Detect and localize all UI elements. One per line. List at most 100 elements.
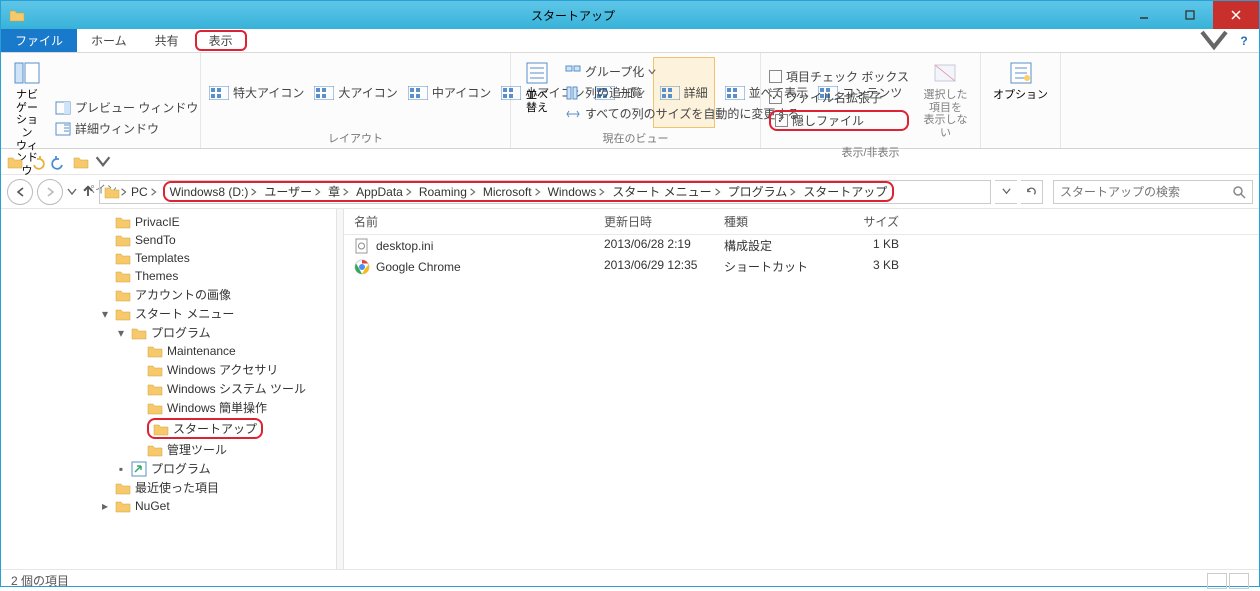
search-icon — [1232, 185, 1246, 199]
chevron-right-icon[interactable] — [250, 188, 258, 196]
breadcrumb-segment[interactable]: AppData — [353, 185, 416, 199]
tree-item[interactable]: SendTo — [1, 231, 336, 249]
properties-icon[interactable] — [73, 154, 89, 170]
undo-icon[interactable] — [29, 154, 45, 170]
folder-icon — [147, 381, 163, 397]
breadcrumb-segment[interactable]: Windows8 (D:) — [167, 185, 262, 199]
breadcrumb-segment[interactable]: スタート メニュー — [609, 183, 724, 200]
chevron-right-icon[interactable] — [598, 188, 606, 196]
ribbon-collapse-button[interactable] — [1199, 29, 1229, 52]
chevron-right-icon[interactable] — [150, 188, 158, 196]
up-button[interactable] — [81, 184, 95, 200]
chevron-right-icon[interactable] — [342, 188, 350, 196]
breadcrumb-segment[interactable]: 章 — [325, 183, 353, 200]
folder-icon — [115, 214, 131, 230]
tab-home[interactable]: ホーム — [77, 29, 141, 52]
hide-selected-button[interactable]: 選択した項目を 表示しない — [919, 57, 972, 142]
chevron-right-icon[interactable] — [534, 188, 542, 196]
breadcrumb-segment[interactable]: Windows — [545, 185, 610, 199]
file-row[interactable]: Google Chrome2013/06/29 12:35ショートカット3 KB — [344, 256, 1259, 277]
tab-view[interactable]: 表示 — [195, 30, 247, 51]
address-bar[interactable]: PC Windows8 (D:)ユーザー章AppDataRoamingMicro… — [99, 180, 991, 204]
folder-icon — [153, 421, 169, 437]
chevron-right-icon[interactable] — [120, 188, 128, 196]
folder-icon — [115, 480, 131, 496]
folder-icon — [131, 461, 147, 477]
recent-locations-button[interactable] — [67, 187, 77, 197]
chevron-right-icon[interactable] — [714, 188, 722, 196]
tree-item[interactable]: Windows アクセサリ — [1, 360, 336, 379]
chevron-right-icon[interactable] — [789, 188, 797, 196]
chevron-right-icon[interactable] — [469, 188, 477, 196]
new-folder-icon[interactable] — [7, 154, 23, 170]
file-icon — [354, 259, 370, 275]
tree-item[interactable]: Windows システム ツール — [1, 379, 336, 398]
folder-icon — [147, 400, 163, 416]
folder-icon — [147, 362, 163, 378]
refresh-button[interactable] — [1021, 180, 1043, 204]
column-date[interactable]: 更新日時 — [604, 213, 724, 230]
column-type[interactable]: 種類 — [724, 213, 839, 230]
breadcrumb-segment[interactable]: スタートアップ — [800, 183, 890, 200]
layout-extra-large[interactable]: 特大アイコン — [209, 57, 304, 128]
tree-item[interactable]: アカウントの画像 — [1, 285, 336, 304]
sort-by-button[interactable]: 並べ替え — [519, 57, 555, 128]
breadcrumb-segment[interactable]: PC — [128, 185, 161, 199]
file-list[interactable]: 名前 更新日時 種類 サイズ desktop.ini2013/06/28 2:1… — [344, 209, 1259, 569]
redo-icon[interactable] — [51, 154, 67, 170]
options-button[interactable]: オプション — [989, 57, 1052, 132]
tree-item[interactable]: スタートアップ — [1, 417, 336, 440]
tab-share[interactable]: 共有 — [141, 29, 193, 52]
group-label-show-hide: 表示/非表示 — [769, 142, 972, 160]
status-text: 2 個の項目 — [11, 572, 69, 589]
preview-pane-button[interactable]: プレビュー ウィンドウ — [55, 99, 198, 116]
search-box[interactable] — [1053, 180, 1253, 204]
tree-item[interactable]: Themes — [1, 267, 336, 285]
address-history-button[interactable] — [995, 180, 1017, 204]
chevron-right-icon[interactable] — [405, 188, 413, 196]
group-label-current-view: 現在のビュー — [519, 128, 752, 146]
tree-item[interactable]: 最近使った項目 — [1, 478, 336, 497]
tab-file[interactable]: ファイル — [1, 29, 77, 52]
folder-icon — [115, 268, 131, 284]
file-row[interactable]: desktop.ini2013/06/28 2:19構成設定1 KB — [344, 235, 1259, 256]
tree-item[interactable]: PrivacIE — [1, 213, 336, 231]
forward-button[interactable] — [37, 179, 63, 205]
hidden-items-toggle[interactable]: ✓隠しファイル — [769, 110, 909, 131]
tree-item[interactable]: 管理ツール — [1, 440, 336, 459]
icons-view-button[interactable] — [1229, 573, 1249, 589]
tree-item[interactable]: Templates — [1, 249, 336, 267]
qat-dropdown-icon[interactable] — [95, 154, 111, 170]
tree-item[interactable]: ▸NuGet — [1, 497, 336, 515]
tree-item[interactable]: Windows 簡単操作 — [1, 398, 336, 417]
layout-medium[interactable]: 中アイコン — [408, 57, 491, 128]
tree-item[interactable]: ▪プログラム — [1, 459, 336, 478]
details-view-button[interactable] — [1207, 573, 1227, 589]
pane-splitter[interactable] — [336, 209, 344, 569]
column-size[interactable]: サイズ — [839, 213, 919, 230]
folder-icon — [147, 442, 163, 458]
tree-item[interactable]: ▾スタート メニュー — [1, 304, 336, 323]
breadcrumb-segment[interactable]: ユーザー — [261, 183, 325, 200]
breadcrumb-segment[interactable]: Roaming — [416, 185, 480, 199]
details-pane-button[interactable]: 詳細ウィンドウ — [55, 120, 198, 137]
navigation-tree[interactable]: PrivacIESendToTemplatesThemesアカウントの画像▾スタ… — [1, 209, 336, 569]
column-name[interactable]: 名前 — [344, 213, 604, 230]
tree-item[interactable]: Maintenance — [1, 342, 336, 360]
breadcrumb-segment[interactable]: Microsoft — [480, 185, 545, 199]
back-button[interactable] — [7, 179, 33, 205]
item-checkboxes-toggle[interactable]: 項目チェック ボックス — [769, 68, 909, 85]
chevron-right-icon[interactable] — [314, 188, 322, 196]
tree-item[interactable]: ▾プログラム — [1, 323, 336, 342]
folder-icon — [131, 325, 147, 341]
column-headers[interactable]: 名前 更新日時 種類 サイズ — [344, 209, 1259, 235]
minimize-button[interactable] — [1121, 1, 1167, 29]
breadcrumb-segment[interactable]: プログラム — [725, 183, 801, 200]
group-label-layout: レイアウト — [209, 128, 502, 146]
folder-icon — [115, 306, 131, 322]
title-bar: スタートアップ — [1, 1, 1259, 29]
file-extensions-toggle[interactable]: ✓ファイル名拡張子 — [769, 89, 909, 106]
help-button[interactable]: ? — [1229, 29, 1259, 52]
layout-large[interactable]: 大アイコン — [314, 57, 397, 128]
search-input[interactable] — [1060, 185, 1232, 199]
